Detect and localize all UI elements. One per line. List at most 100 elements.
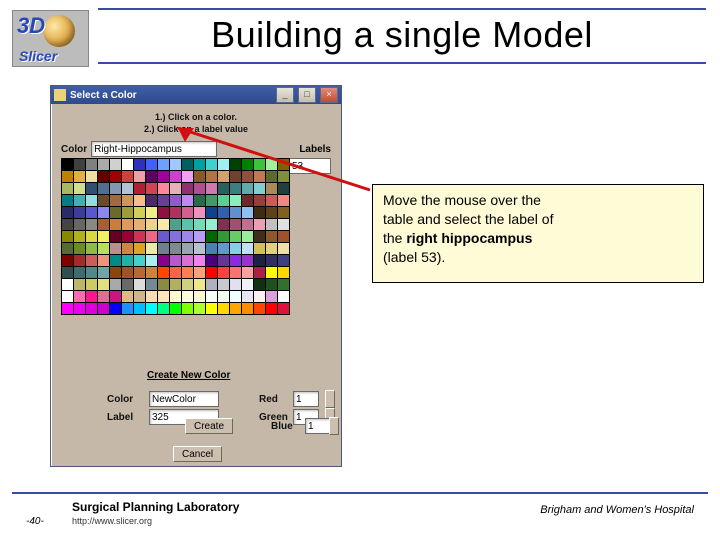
palette-swatch[interactable] [62,231,73,242]
palette-swatch[interactable] [122,231,133,242]
palette-swatch[interactable] [98,159,109,170]
palette-swatch[interactable] [230,207,241,218]
palette-swatch[interactable] [230,195,241,206]
palette-swatch[interactable] [98,255,109,266]
color-name-field[interactable]: Right-Hippocampus [91,141,217,157]
palette-swatch[interactable] [230,243,241,254]
palette-swatch[interactable] [146,195,157,206]
palette-swatch[interactable] [134,171,145,182]
palette-swatch[interactable] [254,279,265,290]
palette-swatch[interactable] [110,219,121,230]
palette-swatch[interactable] [86,291,97,302]
palette-swatch[interactable] [218,243,229,254]
palette-swatch[interactable] [266,267,277,278]
palette-swatch[interactable] [146,231,157,242]
palette-swatch[interactable] [218,291,229,302]
palette-swatch[interactable] [194,267,205,278]
palette-swatch[interactable] [194,183,205,194]
labels-value-field[interactable]: 53 [289,158,331,174]
palette-swatch[interactable] [182,219,193,230]
palette-swatch[interactable] [62,159,73,170]
palette-swatch[interactable] [74,159,85,170]
palette-swatch[interactable] [98,219,109,230]
palette-swatch[interactable] [278,291,289,302]
palette-swatch[interactable] [194,255,205,266]
cancel-button[interactable]: Cancel [173,446,222,462]
palette-swatch[interactable] [62,183,73,194]
palette-swatch[interactable] [254,219,265,230]
palette-swatch[interactable] [74,243,85,254]
palette-swatch[interactable] [266,219,277,230]
palette-swatch[interactable] [74,291,85,302]
palette-swatch[interactable] [182,183,193,194]
palette-swatch[interactable] [158,231,169,242]
palette-swatch[interactable] [254,195,265,206]
palette-swatch[interactable] [266,255,277,266]
palette-swatch[interactable] [74,255,85,266]
palette-swatch[interactable] [122,219,133,230]
palette-swatch[interactable] [266,291,277,302]
palette-swatch[interactable] [146,303,157,314]
palette-swatch[interactable] [134,267,145,278]
palette-swatch[interactable] [242,291,253,302]
palette-swatch[interactable] [86,231,97,242]
palette-swatch[interactable] [122,291,133,302]
palette-swatch[interactable] [86,195,97,206]
palette-swatch[interactable] [254,171,265,182]
palette-swatch[interactable] [86,159,97,170]
palette-swatch[interactable] [146,279,157,290]
palette-swatch[interactable] [122,171,133,182]
palette-swatch[interactable] [146,207,157,218]
color-palette[interactable] [61,158,290,315]
dialog-titlebar[interactable]: Select a Color _ □ × [51,86,341,104]
palette-swatch[interactable] [110,243,121,254]
palette-swatch[interactable] [218,219,229,230]
palette-swatch[interactable] [266,207,277,218]
palette-swatch[interactable] [146,291,157,302]
palette-swatch[interactable] [278,183,289,194]
palette-swatch[interactable] [134,219,145,230]
palette-swatch[interactable] [230,159,241,170]
palette-swatch[interactable] [86,183,97,194]
palette-swatch[interactable] [206,267,217,278]
palette-swatch[interactable] [110,255,121,266]
palette-swatch[interactable] [98,183,109,194]
palette-swatch[interactable] [206,279,217,290]
palette-swatch[interactable] [218,195,229,206]
palette-swatch[interactable] [146,219,157,230]
palette-swatch[interactable] [230,171,241,182]
palette-swatch[interactable] [74,183,85,194]
palette-swatch[interactable] [86,303,97,314]
palette-swatch[interactable] [170,255,181,266]
palette-swatch[interactable] [62,291,73,302]
palette-swatch[interactable] [278,171,289,182]
palette-swatch[interactable] [194,207,205,218]
palette-swatch[interactable] [62,279,73,290]
red-spinner[interactable] [325,390,335,408]
palette-swatch[interactable] [242,243,253,254]
palette-swatch[interactable] [158,183,169,194]
palette-swatch[interactable] [218,183,229,194]
palette-swatch[interactable] [146,171,157,182]
palette-swatch[interactable] [146,255,157,266]
palette-swatch[interactable] [74,279,85,290]
palette-swatch[interactable] [158,171,169,182]
palette-swatch[interactable] [182,267,193,278]
palette-swatch[interactable] [158,291,169,302]
palette-swatch[interactable] [122,303,133,314]
palette-swatch[interactable] [278,219,289,230]
palette-swatch[interactable] [98,279,109,290]
palette-swatch[interactable] [182,243,193,254]
palette-swatch[interactable] [230,291,241,302]
palette-swatch[interactable] [170,219,181,230]
palette-swatch[interactable] [62,195,73,206]
palette-swatch[interactable] [62,171,73,182]
palette-swatch[interactable] [86,243,97,254]
palette-swatch[interactable] [206,255,217,266]
palette-swatch[interactable] [74,195,85,206]
palette-swatch[interactable] [170,291,181,302]
palette-swatch[interactable] [170,183,181,194]
palette-swatch[interactable] [194,171,205,182]
minimize-button[interactable]: _ [276,87,294,103]
palette-swatch[interactable] [206,219,217,230]
